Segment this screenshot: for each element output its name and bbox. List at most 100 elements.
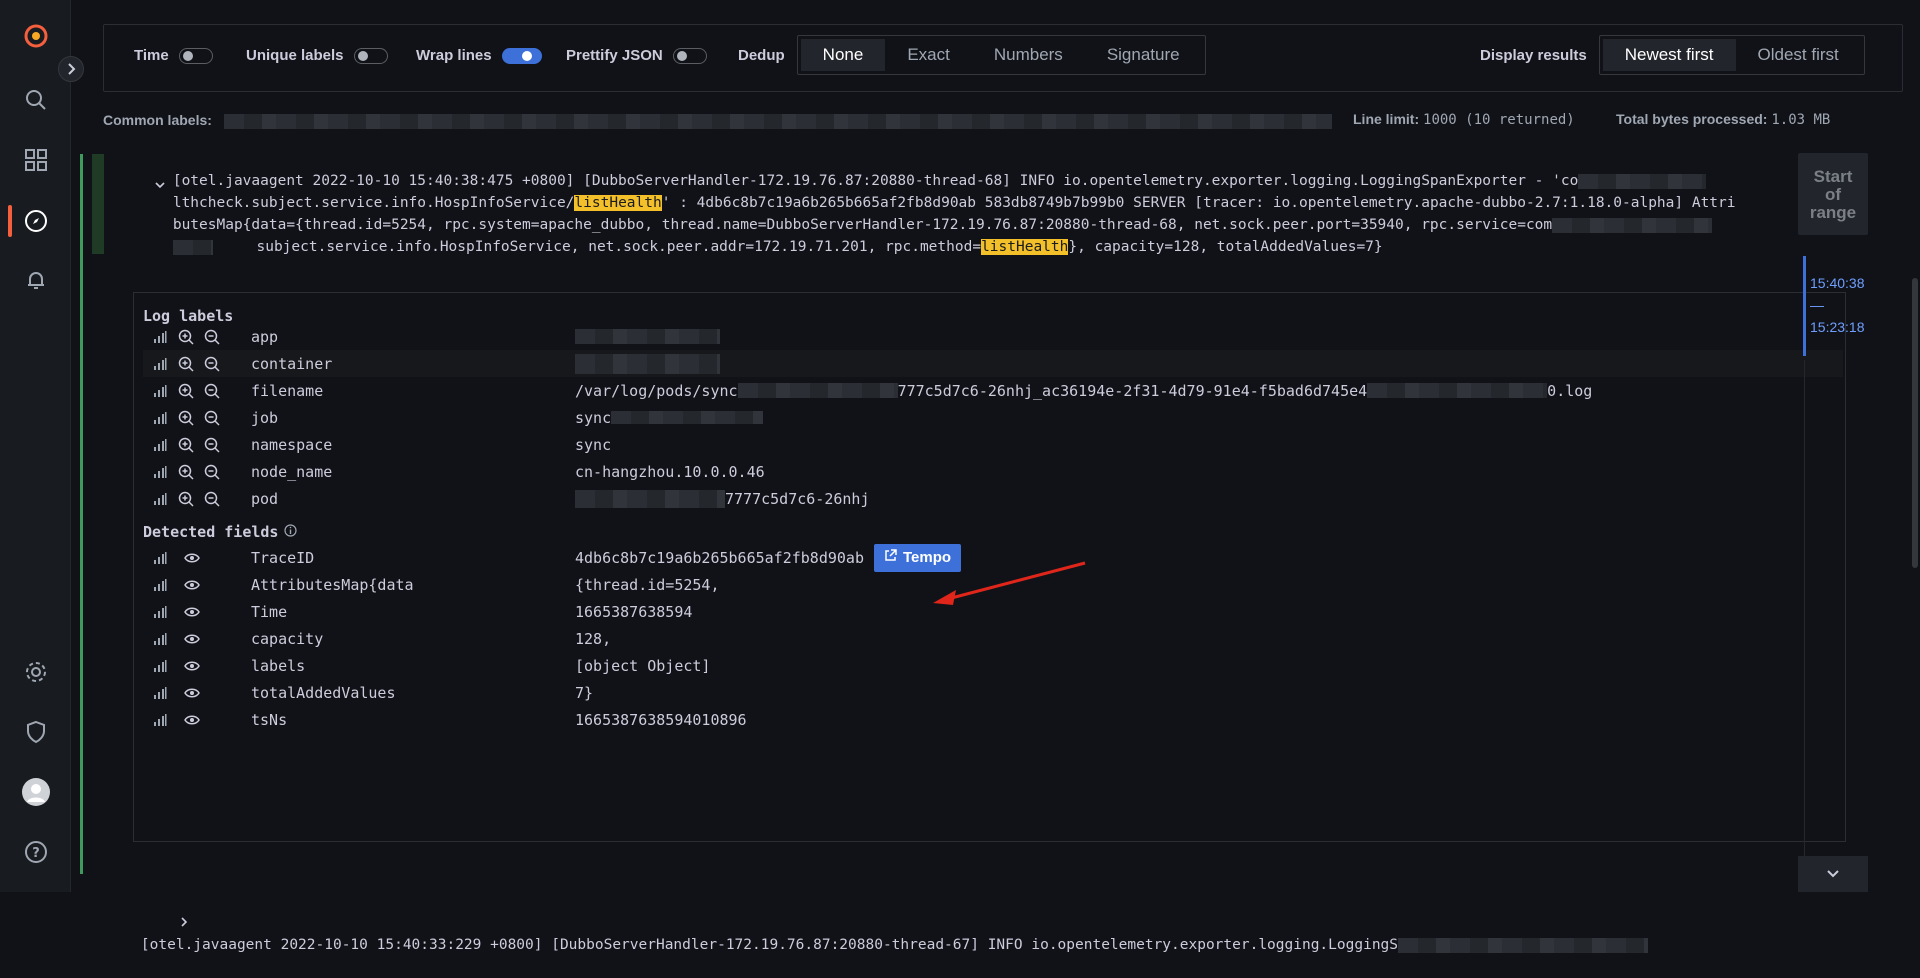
redacted <box>1367 383 1548 398</box>
help-icon[interactable]: ? <box>22 838 50 866</box>
field-value-text: 128, <box>575 629 612 648</box>
log-label-row: namespace sync <box>143 431 1843 458</box>
scroll-down-button[interactable] <box>1798 856 1868 892</box>
label-key: node_name <box>251 462 333 481</box>
dedup-label: Dedup <box>738 46 785 64</box>
stats-icon[interactable] <box>151 603 169 621</box>
filter-for-value-icon[interactable] <box>177 436 195 454</box>
label-key: pod <box>251 489 279 508</box>
toggle-field-eye-icon[interactable] <box>183 711 201 729</box>
filter-out-value-icon[interactable] <box>203 436 221 454</box>
log-label-row: node_name cn-hangzhou.10.0.0.46 <box>143 458 1843 485</box>
filter-for-value-icon[interactable] <box>177 463 195 481</box>
display-results-control: Display results Newest first Oldest firs… <box>1480 35 1865 75</box>
stats-icon[interactable] <box>151 382 169 400</box>
field-value-text: 4db6c8b7c19a6b265b665af2fb8d90ab <box>575 548 864 567</box>
label-value-text: sync <box>575 435 612 454</box>
field-value: [object Object] <box>575 657 710 675</box>
filter-out-value-icon[interactable] <box>203 463 221 481</box>
dedup-exact-option[interactable]: Exact <box>885 39 972 71</box>
filter-for-value-icon[interactable] <box>177 355 195 373</box>
stats-icon[interactable] <box>151 711 169 729</box>
settings-gear-icon[interactable] <box>22 658 50 686</box>
stats-icon[interactable] <box>151 630 169 648</box>
unique-labels-switch[interactable] <box>353 47 388 64</box>
redacted <box>575 489 725 508</box>
stats-icon[interactable] <box>151 436 169 454</box>
log-label-row: filename/var/log/pods/sync 777c5d7c6-26nh… <box>143 377 1843 404</box>
stats-icon[interactable] <box>151 657 169 675</box>
stats-icon[interactable] <box>151 463 169 481</box>
toggle-field-eye-icon[interactable] <box>183 576 201 594</box>
redacted <box>575 329 720 344</box>
newest-first-option[interactable]: Newest first <box>1602 39 1736 71</box>
filter-out-value-icon[interactable] <box>203 490 221 508</box>
expand-chevron-icon[interactable] <box>127 890 188 956</box>
alerting-bell-icon[interactable] <box>22 266 50 294</box>
filter-out-value-icon[interactable] <box>203 355 221 373</box>
stats-icon[interactable] <box>151 409 169 427</box>
toggle-field-eye-icon[interactable] <box>183 657 201 675</box>
filter-out-value-icon[interactable] <box>203 382 221 400</box>
explore-compass-icon[interactable] <box>22 207 50 235</box>
stats-icon[interactable] <box>151 576 169 594</box>
toggle-field-eye-icon[interactable] <box>183 630 201 648</box>
label-value <box>575 353 720 374</box>
field-key: Time <box>251 602 288 621</box>
redacted <box>737 383 898 398</box>
next-log-row[interactable]: [otel.javaagent 2022-10-10 15:40:33:229 … <box>92 868 1649 978</box>
filter-out-value-icon[interactable] <box>203 409 221 427</box>
field-key: capacity <box>251 629 324 648</box>
filter-for-value-icon[interactable] <box>177 409 195 427</box>
stats-icon[interactable] <box>151 355 169 373</box>
label-value: sync <box>575 436 611 454</box>
redacted <box>1398 937 1649 953</box>
shield-icon[interactable] <box>22 718 50 746</box>
search-icon[interactable] <box>22 86 50 114</box>
filter-for-value-icon[interactable] <box>177 382 195 400</box>
prettify-json-switch[interactable] <box>672 47 707 64</box>
detected-field-row: Time 1665387638594 <box>143 598 1843 625</box>
label-value-text: 7777c5d7c6-26nhj <box>725 489 870 508</box>
toggle-field-eye-icon[interactable] <box>183 684 201 702</box>
label-key: namespace <box>251 435 333 454</box>
dedup-numbers-option[interactable]: Numbers <box>972 39 1085 71</box>
wrap-lines-label: Wrap lines <box>416 47 492 64</box>
redacted-labels <box>223 113 1332 129</box>
grafana-logo-icon[interactable] <box>22 22 50 50</box>
time-switch[interactable] <box>178 47 213 64</box>
field-value-text: [object Object] <box>575 656 711 675</box>
wrap-lines-switch[interactable] <box>501 47 542 64</box>
field-value: 128, <box>575 630 611 648</box>
field-value: 1665387638594010896 <box>575 711 747 729</box>
toggle-field-eye-icon[interactable] <box>183 603 201 621</box>
stats-icon[interactable] <box>151 684 169 702</box>
display-results-label: Display results <box>1480 46 1587 64</box>
filter-for-value-icon[interactable] <box>177 490 195 508</box>
time-toggle[interactable]: Time <box>134 47 213 64</box>
dedup-none-option[interactable]: None <box>800 39 886 71</box>
unique-labels-toggle[interactable]: Unique labels <box>246 47 388 64</box>
dedup-signature-option[interactable]: Signature <box>1085 39 1202 71</box>
log-label-row: app <box>143 323 1843 350</box>
log-label-row: container <box>143 350 1843 377</box>
tempo-link-button[interactable]: Tempo <box>873 543 962 572</box>
oldest-first-option[interactable]: Oldest first <box>1736 39 1861 71</box>
stats-icon[interactable] <box>151 549 169 567</box>
filter-out-value-icon[interactable] <box>203 328 221 346</box>
start-of-range-button[interactable]: Start of range <box>1798 153 1868 235</box>
detected-field-row: totalAddedValues 7} <box>143 679 1843 706</box>
total-bytes: Total bytes processed: 1.03 MB <box>1616 111 1830 128</box>
label-value-text: sync <box>575 408 612 427</box>
dashboards-icon[interactable] <box>22 146 50 174</box>
line-limit: Line limit: 1000 (10 returned) <box>1353 111 1575 128</box>
stats-icon[interactable] <box>151 490 169 508</box>
wrap-lines-toggle[interactable]: Wrap lines <box>416 47 542 64</box>
filter-for-value-icon[interactable] <box>177 328 195 346</box>
prettify-json-toggle[interactable]: Prettify JSON <box>566 47 707 64</box>
info-circle-icon[interactable] <box>284 523 298 541</box>
avatar[interactable] <box>22 778 50 806</box>
toggle-field-eye-icon[interactable] <box>183 549 201 567</box>
stats-icon[interactable] <box>151 328 169 346</box>
vertical-scrollbar[interactable] <box>1912 278 1918 568</box>
